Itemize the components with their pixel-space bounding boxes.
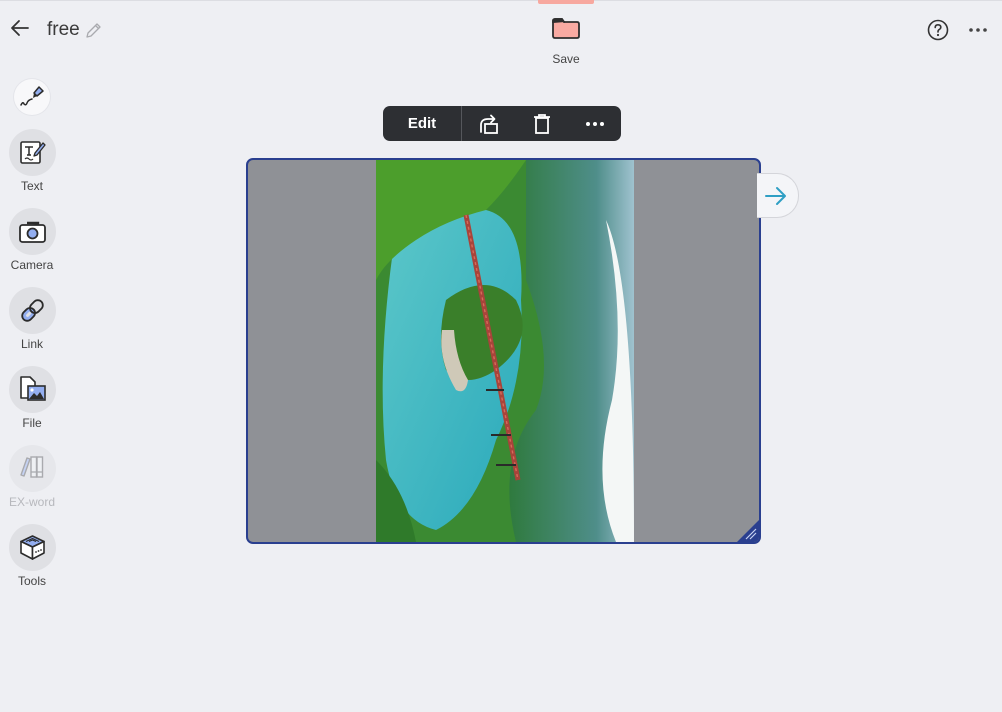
more-menu-button[interactable] (967, 22, 989, 38)
trash-icon (534, 114, 550, 134)
camera-icon (19, 221, 46, 243)
save-button[interactable]: Save (538, 0, 594, 70)
lake-bridge-photo (376, 160, 634, 542)
pencil-icon (86, 23, 101, 38)
link-icon (21, 299, 44, 322)
document-title: free (47, 19, 80, 40)
save-indicator-bar (538, 0, 594, 4)
toolbar-divider (461, 106, 462, 141)
arrow-left-icon (11, 20, 29, 36)
toolbox-icon (20, 535, 45, 560)
resize-grip-icon (737, 520, 759, 542)
sidebar-item-label: Text (20, 179, 43, 193)
save-label: Save (552, 52, 580, 66)
next-page-button[interactable] (757, 173, 799, 218)
help-button[interactable] (927, 19, 949, 41)
resize-handle[interactable] (737, 520, 759, 542)
books-icon (20, 456, 44, 478)
more-options-button[interactable] (570, 106, 620, 141)
file-image-icon (20, 376, 46, 401)
selected-image-card[interactable] (246, 158, 761, 544)
sidebar-item-label: Link (20, 337, 43, 351)
top-divider (0, 0, 1002, 1)
sidebar-item-label: EX-word (8, 495, 55, 509)
pen-button[interactable] (14, 79, 50, 115)
context-toolbar: Edit (383, 106, 621, 141)
sidebar-item-label: File (22, 416, 42, 430)
text-edit-icon (20, 141, 46, 164)
delete-button[interactable] (517, 106, 567, 141)
back-button[interactable] (8, 16, 34, 40)
sidebar-item-label: Camera (10, 258, 54, 272)
arrow-right-icon (765, 187, 786, 205)
rotate-icon (480, 114, 498, 134)
edit-button[interactable]: Edit (383, 106, 461, 141)
sidebar-item-label: Tools (17, 574, 46, 588)
more-horizontal-icon (586, 122, 604, 126)
folder-icon (552, 18, 580, 39)
rotate-button[interactable] (464, 106, 514, 141)
question-circle-icon (927, 19, 949, 41)
rename-button[interactable] (84, 22, 102, 40)
pen-icon (20, 86, 44, 106)
more-horizontal-icon (969, 28, 987, 32)
